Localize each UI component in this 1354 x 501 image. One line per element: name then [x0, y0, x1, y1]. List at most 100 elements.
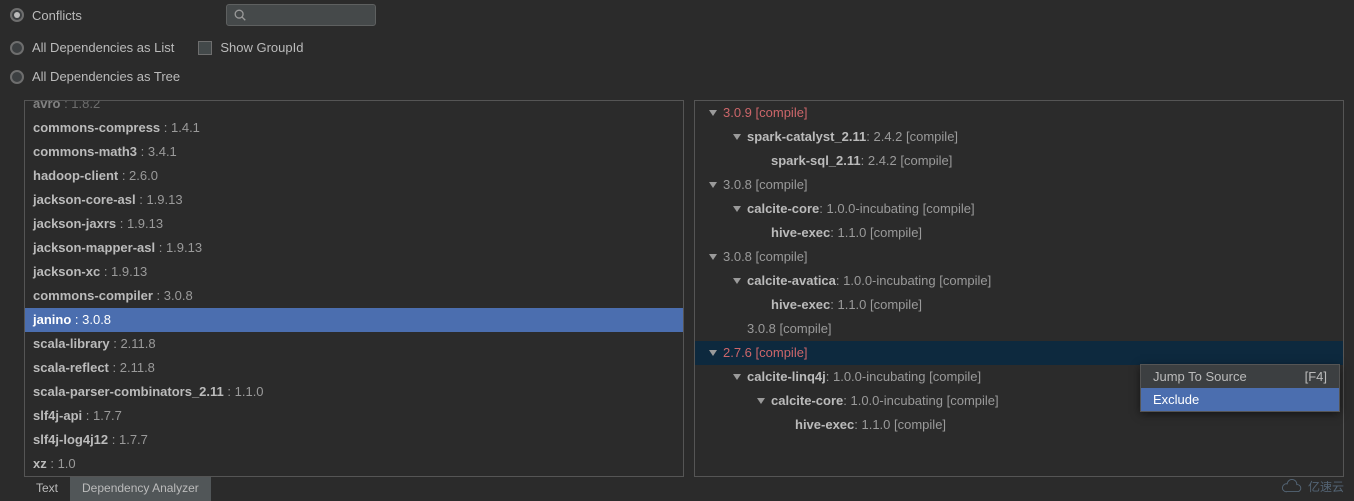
tree-node-version: : 1.1.0 [compile]: [830, 223, 922, 243]
expand-icon[interactable]: [709, 254, 717, 260]
tree-row[interactable]: calcite-core : 1.0.0-incubating [compile…: [695, 197, 1343, 221]
list-item[interactable]: janino : 3.0.8: [25, 308, 683, 332]
context-menu: Jump To Source [F4] Exclude: [1140, 364, 1340, 412]
dependency-version: : 1.9.13: [155, 240, 202, 255]
context-menu-jump-label: Jump To Source: [1153, 369, 1247, 384]
list-item[interactable]: jackson-xc : 1.9.13: [25, 260, 683, 284]
tree-node-version: : 2.4.2 [compile]: [861, 151, 953, 171]
dependency-version: : 1.7.7: [82, 408, 122, 423]
tree-row[interactable]: 3.0.8 [compile]: [695, 173, 1343, 197]
tree-node-name: spark-sql_2.11: [771, 151, 861, 171]
tree-node-version: 3.0.9 [compile]: [723, 103, 808, 123]
tree-node-version: : 1.0.0-incubating [compile]: [843, 391, 998, 411]
dependency-tree-panel[interactable]: 3.0.9 [compile]spark-catalyst_2.11 : 2.4…: [694, 100, 1344, 477]
tree-node-version: 3.0.8 [compile]: [723, 247, 808, 267]
expand-icon[interactable]: [733, 206, 741, 212]
list-item[interactable]: scala-parser-combinators_2.11 : 1.1.0: [25, 380, 683, 404]
tree-row[interactable]: hive-exec : 1.1.0 [compile]: [695, 221, 1343, 245]
list-item[interactable]: slf4j-api : 1.7.7: [25, 404, 683, 428]
tree-node-name: calcite-core: [771, 391, 843, 411]
search-input[interactable]: [226, 4, 376, 26]
tree-row[interactable]: 3.0.9 [compile]: [695, 101, 1343, 125]
list-item[interactable]: slf4j-log4j12 : 1.7.7: [25, 428, 683, 452]
radio-all-tree-label: All Dependencies as Tree: [32, 69, 180, 84]
watermark-text: 亿速云: [1308, 478, 1344, 495]
list-item[interactable]: commons-compiler : 3.0.8: [25, 284, 683, 308]
radio-conflicts[interactable]: Conflicts: [10, 8, 82, 23]
tab-dependency-analyzer[interactable]: Dependency Analyzer: [70, 477, 211, 501]
tree-row[interactable]: spark-sql_2.11 : 2.4.2 [compile]: [695, 149, 1343, 173]
radio-all-tree[interactable]: All Dependencies as Tree: [10, 69, 180, 84]
list-item[interactable]: jackson-core-asl : 1.9.13: [25, 188, 683, 212]
checkbox-show-groupid-label: Show GroupId: [220, 40, 303, 55]
expand-icon[interactable]: [709, 110, 717, 116]
dependency-version: : 2.11.8: [110, 336, 156, 351]
list-item[interactable]: avro : 1.8.2: [25, 100, 683, 116]
tree-node-name: hive-exec: [795, 415, 854, 435]
tree-row[interactable]: 3.0.8 [compile]: [695, 245, 1343, 269]
tree-node-name: calcite-core: [747, 199, 819, 219]
expand-icon[interactable]: [709, 350, 717, 356]
dependency-version: : 1.9.13: [136, 192, 183, 207]
dependency-version: : 1.9.13: [116, 216, 163, 231]
context-menu-jump-to-source[interactable]: Jump To Source [F4]: [1141, 365, 1339, 388]
dependency-version: : 3.0.8: [153, 288, 193, 303]
expand-icon[interactable]: [709, 182, 717, 188]
tree-row[interactable]: 2.7.6 [compile]: [695, 341, 1343, 365]
dependency-version: : 3.4.1: [137, 144, 177, 159]
dependency-name: commons-compress: [33, 120, 160, 135]
tree-row[interactable]: hive-exec : 1.1.0 [compile]: [695, 293, 1343, 317]
tree-node-version: : 1.1.0 [compile]: [854, 415, 946, 435]
dependency-name: avro: [33, 100, 60, 111]
dependency-name: jackson-jaxrs: [33, 216, 116, 231]
dependency-name: jackson-core-asl: [33, 192, 136, 207]
list-item[interactable]: scala-reflect : 2.11.8: [25, 356, 683, 380]
dependency-name: commons-math3: [33, 144, 137, 159]
list-item[interactable]: jackson-jaxrs : 1.9.13: [25, 212, 683, 236]
radio-icon: [10, 70, 24, 84]
dependency-version: : 1.1.0: [224, 384, 264, 399]
context-menu-exclude[interactable]: Exclude: [1141, 388, 1339, 411]
radio-all-list[interactable]: All Dependencies as List: [10, 40, 174, 55]
context-menu-jump-shortcut: [F4]: [1305, 369, 1327, 384]
tree-node-name: hive-exec: [771, 295, 830, 315]
tree-node-version: : 1.0.0-incubating [compile]: [836, 271, 991, 291]
checkbox-show-groupid[interactable]: Show GroupId: [198, 40, 303, 55]
dependency-name: commons-compiler: [33, 288, 153, 303]
dependency-version: : 1.0: [47, 456, 76, 471]
tree-row[interactable]: 3.0.8 [compile]: [695, 317, 1343, 341]
tree-row[interactable]: hive-exec : 1.1.0 [compile]: [695, 413, 1343, 437]
list-item[interactable]: hadoop-client : 2.6.0: [25, 164, 683, 188]
expand-icon[interactable]: [733, 278, 741, 284]
dependency-version: : 1.4.1: [160, 120, 200, 135]
radio-icon: [10, 8, 24, 22]
dependency-name: slf4j-log4j12: [33, 432, 108, 447]
tree-node-version: 3.0.8 [compile]: [723, 175, 808, 195]
expand-icon[interactable]: [733, 134, 741, 140]
dependency-name: xz: [33, 456, 47, 471]
expand-icon[interactable]: [733, 374, 741, 380]
list-item[interactable]: commons-compress : 1.4.1: [25, 116, 683, 140]
tree-row[interactable]: spark-catalyst_2.11 : 2.4.2 [compile]: [695, 125, 1343, 149]
dependency-name: jackson-mapper-asl: [33, 240, 155, 255]
radio-conflicts-label: Conflicts: [32, 8, 82, 23]
dependency-name: scala-library: [33, 336, 110, 351]
expand-icon[interactable]: [757, 398, 765, 404]
list-item[interactable]: scala-library : 2.11.8: [25, 332, 683, 356]
tree-node-name: spark-catalyst_2.11: [747, 127, 866, 147]
dependency-version: : 2.6.0: [118, 168, 158, 183]
list-item[interactable]: commons-math3 : 3.4.1: [25, 140, 683, 164]
search-icon: [233, 8, 247, 22]
dependency-name: jackson-xc: [33, 264, 100, 279]
tree-row[interactable]: calcite-avatica : 1.0.0-incubating [comp…: [695, 269, 1343, 293]
dependency-list-panel[interactable]: avro : 1.8.2commons-compress : 1.4.1comm…: [24, 100, 684, 477]
list-item[interactable]: xz : 1.0: [25, 452, 683, 476]
dependency-name: slf4j-api: [33, 408, 82, 423]
list-item[interactable]: jackson-mapper-asl : 1.9.13: [25, 236, 683, 260]
tree-node-name: calcite-avatica: [747, 271, 836, 291]
dependency-name: scala-parser-combinators_2.11: [33, 384, 224, 399]
tree-node-version: : 2.4.2 [compile]: [866, 127, 958, 147]
tree-node-version: : 1.1.0 [compile]: [830, 295, 922, 315]
radio-all-list-label: All Dependencies as List: [32, 40, 174, 55]
tab-text[interactable]: Text: [24, 477, 70, 501]
